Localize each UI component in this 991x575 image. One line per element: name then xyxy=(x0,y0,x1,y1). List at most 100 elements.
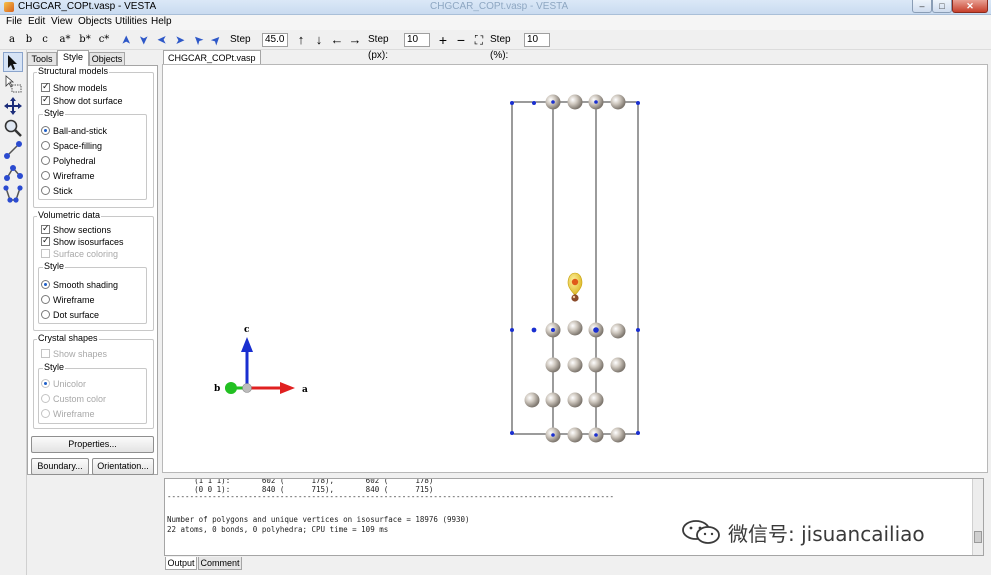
show-shapes-checkbox[interactable]: Show shapes xyxy=(41,349,107,359)
structural-style-title: Style xyxy=(43,108,66,118)
angle-icon[interactable] xyxy=(3,162,23,182)
volumetric-style-title: Style xyxy=(43,261,66,271)
pan-down-button[interactable]: ↓ xyxy=(312,32,326,48)
show-models-checkbox[interactable]: Show models xyxy=(41,81,107,93)
co-molecule xyxy=(567,272,583,302)
menu-help[interactable]: Help xyxy=(151,16,172,27)
tool-strip xyxy=(0,50,27,575)
tab-output[interactable]: Output xyxy=(165,557,197,570)
menu-edit[interactable]: Edit xyxy=(28,16,45,27)
tab-style[interactable]: Style xyxy=(57,50,89,66)
pt-atoms xyxy=(524,94,626,443)
dot-surface-radio[interactable]: Dot surface xyxy=(41,310,99,320)
smooth-shading-radio[interactable]: Smooth shading xyxy=(41,280,118,290)
style-wireframe-radio[interactable]: Wireframe xyxy=(41,171,95,181)
tab-objects[interactable]: Objects xyxy=(89,52,125,65)
menu-bar: File Edit View Objects Utilities Help xyxy=(0,15,991,30)
surface-coloring-checkbox[interactable]: Surface coloring xyxy=(41,249,118,259)
select-arrow-icon[interactable] xyxy=(3,52,23,72)
rotate-left-button[interactable]: ➤ xyxy=(155,32,169,48)
rotate-cw-button[interactable]: ➤ xyxy=(205,29,226,50)
document-tab[interactable]: CHGCAR_COPt.vasp xyxy=(163,50,261,65)
close-button[interactable]: ✕ xyxy=(952,0,988,13)
step-degree-input[interactable]: 45.0 xyxy=(262,33,288,47)
axes-indicator xyxy=(225,337,295,394)
output-line: 22 atoms, 0 bonds, 0 polyhedra; CPU time… xyxy=(167,525,389,534)
pan-right-button[interactable]: → xyxy=(348,32,362,48)
rotate-down-button[interactable]: ➤ xyxy=(136,33,152,47)
magnify-icon[interactable] xyxy=(3,118,23,138)
view-along-b-star-button[interactable]: b* xyxy=(77,32,93,48)
structure-viewport[interactable]: c b a xyxy=(162,64,988,473)
tab-tools[interactable]: Tools xyxy=(27,52,57,65)
pan-up-button[interactable]: ↑ xyxy=(294,32,308,48)
watermark-text: 微信号: jisuancailiao xyxy=(728,522,925,546)
view-along-b-button[interactable]: b xyxy=(23,32,35,48)
pt-atom xyxy=(545,357,561,373)
c-atom xyxy=(571,294,579,302)
menu-objects[interactable]: Objects xyxy=(78,16,112,27)
step-px-input[interactable]: 10 xyxy=(404,33,430,47)
style-tab-body: Structural models Show models Show dot s… xyxy=(27,65,158,475)
boundary-button[interactable]: Boundary... xyxy=(31,458,89,475)
rotate-right-button[interactable]: ➤ xyxy=(173,32,187,48)
orientation-button[interactable]: Orientation... xyxy=(92,458,154,475)
output-line: Number of polygons and unique vertices o… xyxy=(167,515,470,524)
minimize-button[interactable]: – xyxy=(912,0,932,13)
step-pct-label: Step (%): xyxy=(490,34,511,61)
properties-button[interactable]: Properties... xyxy=(31,436,154,453)
section-dots xyxy=(551,100,599,437)
zoom-out-button[interactable]: − xyxy=(454,32,468,48)
pt-atom xyxy=(610,357,626,373)
style-stick-radio[interactable]: Stick xyxy=(41,186,73,196)
fit-to-screen-icon[interactable]: ⛶ xyxy=(472,32,486,48)
show-dot-surface-checkbox[interactable]: Show dot surface xyxy=(41,94,123,106)
step-px-label: Step (px): xyxy=(368,34,389,61)
menu-file[interactable]: File xyxy=(6,16,22,27)
window-title-reflection: CHGCAR_COPt.vasp - VESTA xyxy=(430,1,569,12)
output-scrollbar[interactable] xyxy=(972,479,983,555)
volumetric-wireframe-radio[interactable]: Wireframe xyxy=(41,295,95,305)
dihedral-icon[interactable] xyxy=(3,184,23,204)
distance-icon[interactable] xyxy=(3,140,23,160)
menu-view[interactable]: View xyxy=(51,16,73,27)
scroll-thumb[interactable] xyxy=(974,531,982,543)
style-polyhedral-radio[interactable]: Polyhedral xyxy=(41,156,96,166)
pt-atom xyxy=(567,357,583,373)
unicolor-radio[interactable]: Unicolor xyxy=(41,379,86,389)
window-title: CHGCAR_COPt.vasp - VESTA xyxy=(18,1,157,12)
structural-models-title: Structural models xyxy=(37,66,110,76)
rotate-up-button[interactable]: ➤ xyxy=(118,33,134,47)
menu-utilities[interactable]: Utilities xyxy=(115,16,147,27)
pt-atom xyxy=(567,427,583,443)
show-isosurfaces-checkbox[interactable]: Show isosurfaces xyxy=(41,235,124,247)
crystal-wireframe-radio[interactable]: Wireframe xyxy=(41,409,95,419)
view-along-c-star-button[interactable]: c* xyxy=(96,32,112,48)
wechat-watermark: 微信号: jisuancailiao xyxy=(680,517,970,547)
maximize-button[interactable]: □ xyxy=(932,0,952,13)
crystal-shapes-title: Crystal shapes xyxy=(37,333,99,343)
pt-atom xyxy=(610,323,626,339)
view-along-a-star-button[interactable]: a* xyxy=(57,32,73,48)
pt-atom xyxy=(588,357,604,373)
o-atom xyxy=(571,278,579,286)
view-along-c-button[interactable]: c xyxy=(39,32,51,48)
wechat-icon xyxy=(682,520,720,544)
unit-cell xyxy=(511,101,639,435)
step-pct-input[interactable]: 10 xyxy=(524,33,550,47)
output-line: ----------------------------------------… xyxy=(167,492,615,501)
pan-left-button[interactable]: ← xyxy=(330,32,344,48)
show-sections-checkbox[interactable]: Show sections xyxy=(41,223,111,235)
tab-comment[interactable]: Comment xyxy=(198,557,242,570)
view-along-a-button[interactable]: a xyxy=(6,32,18,48)
style-ball-and-stick-radio[interactable]: Ball-and-stick xyxy=(41,126,107,136)
translate-icon[interactable] xyxy=(3,96,23,116)
pt-atom xyxy=(567,320,583,336)
select-region-icon[interactable] xyxy=(3,74,23,94)
axis-label-c: c xyxy=(244,325,250,335)
pt-atom xyxy=(524,392,540,408)
style-space-filling-radio[interactable]: Space-filling xyxy=(41,141,102,151)
axis-label-a: a xyxy=(302,385,308,395)
custom-color-radio[interactable]: Custom color xyxy=(41,394,106,404)
zoom-in-button[interactable]: + xyxy=(436,32,450,48)
